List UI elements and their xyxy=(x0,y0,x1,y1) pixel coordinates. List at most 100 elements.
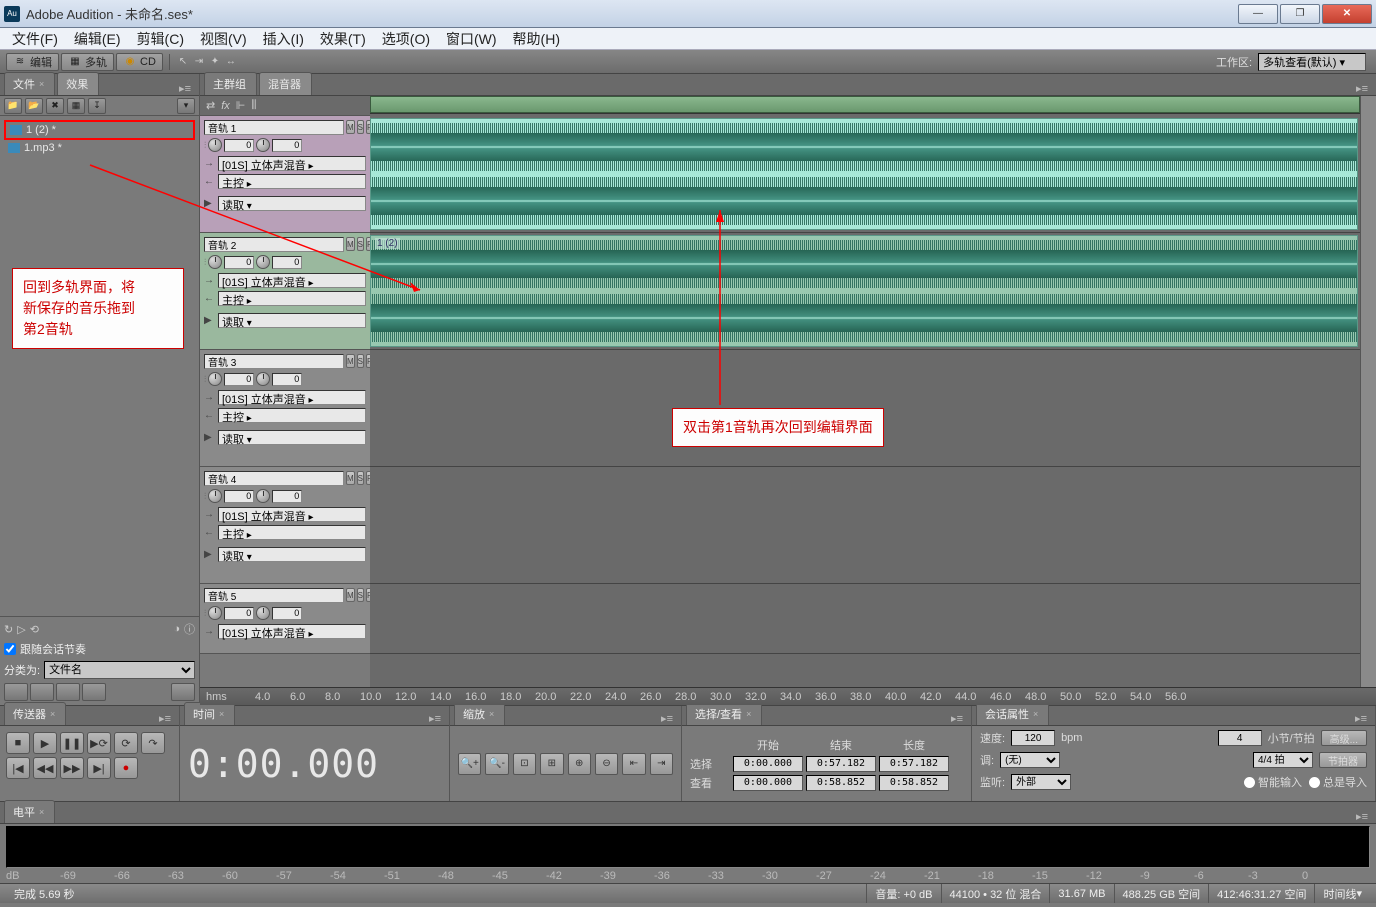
audio-clip-2[interactable]: 1 (2) xyxy=(370,235,1358,347)
go-start-button[interactable]: |◀ xyxy=(6,757,30,779)
open-recent-button[interactable]: 📂 xyxy=(25,98,43,114)
track-header-3[interactable]: MSR ⫶ →[01S] 立体声混音 ▸ ←主控 ▸ ▶读取 ▾ xyxy=(200,350,370,467)
trash-button[interactable] xyxy=(171,683,195,701)
advanced-button[interactable]: 高级... xyxy=(1321,730,1367,746)
audio-clip-1[interactable] xyxy=(370,118,1358,230)
tab-main-group[interactable]: 主群组 xyxy=(204,72,257,95)
panel-menu-icon[interactable]: ▸≡ xyxy=(947,712,967,725)
track-lane-2[interactable]: 1 (2) xyxy=(370,233,1360,350)
sel-end-input[interactable] xyxy=(806,756,876,772)
track-header-5[interactable]: MSR ⫶ →[01S] 立体声混音 ▸ xyxy=(200,584,370,654)
pan-knob[interactable] xyxy=(256,138,270,152)
pan-value[interactable] xyxy=(272,490,302,503)
view-btn-1[interactable] xyxy=(4,683,28,701)
menu-effect[interactable]: 效果(T) xyxy=(312,28,374,49)
fx-icon[interactable]: fx xyxy=(221,100,230,112)
menu-clip[interactable]: 剪辑(C) xyxy=(129,28,192,49)
tab-effects[interactable]: 效果 xyxy=(57,72,99,95)
track-header-1[interactable]: MSR ⫶ →[01S] 立体声混音 ▸ ←主控 ▸ ▶读取 ▾ xyxy=(200,116,370,233)
eq-icon[interactable]: ⫼ xyxy=(251,99,256,112)
smart-input-radio[interactable]: 智能输入 xyxy=(1243,774,1302,790)
follow-tempo-checkbox[interactable] xyxy=(4,643,16,655)
input-route[interactable]: [01S] 立体声混音 ▸ xyxy=(218,390,366,405)
track-header-2[interactable]: MSR ⫶ →[01S] 立体声混音 ▸ ←主控 ▸ ▶读取 ▾ xyxy=(200,233,370,350)
input-route[interactable]: [01S] 立体声混音 ▸ xyxy=(218,273,366,288)
view-len-input[interactable] xyxy=(879,775,949,791)
info-icon[interactable]: ⓘ xyxy=(184,621,195,637)
volume-value[interactable] xyxy=(224,139,254,152)
play-button[interactable]: ▶ xyxy=(33,732,57,754)
v-scrollbar[interactable] xyxy=(1360,116,1376,687)
stop-button[interactable]: ■ xyxy=(6,732,30,754)
volume-value[interactable] xyxy=(224,607,254,620)
close-icon[interactable]: × xyxy=(39,79,44,89)
workspace-select[interactable]: 多轨查看(默认) ▾ xyxy=(1258,53,1366,71)
panel-menu-icon[interactable]: ▸≡ xyxy=(175,82,195,95)
zoom-left-button[interactable]: ⇤ xyxy=(622,753,645,775)
tab-transport[interactable]: 传送器× xyxy=(4,702,66,725)
pan-knob[interactable] xyxy=(256,606,270,620)
menu-insert[interactable]: 插入(I) xyxy=(255,28,312,49)
time-select-tool-icon[interactable]: ⇥ xyxy=(192,55,206,69)
tab-files[interactable]: 文件× xyxy=(4,72,55,95)
automation-mode[interactable]: 读取 ▾ xyxy=(218,196,366,211)
menu-option[interactable]: 选项(O) xyxy=(374,28,438,49)
menu-edit[interactable]: 编辑(E) xyxy=(66,28,129,49)
output-route[interactable]: 主控 ▸ xyxy=(218,408,366,423)
key-select[interactable]: (无) xyxy=(1000,752,1060,768)
volume-value[interactable] xyxy=(224,373,254,386)
zoom-sel-button[interactable]: ⊞ xyxy=(540,753,563,775)
track-lane-5[interactable] xyxy=(370,584,1360,654)
view-btn-2[interactable] xyxy=(30,683,54,701)
sel-len-input[interactable] xyxy=(879,756,949,772)
file-item-1[interactable]: 1 (2) * xyxy=(4,120,195,140)
volume-knob[interactable] xyxy=(208,372,222,386)
panel-menu-icon[interactable]: ▸≡ xyxy=(1352,82,1372,95)
zoom-in-h-button[interactable]: 🔍+ xyxy=(458,753,481,775)
marker-icon[interactable]: ◑ xyxy=(173,623,180,635)
solo-button[interactable]: S xyxy=(357,237,364,251)
output-route[interactable]: 主控 ▸ xyxy=(218,174,366,189)
volume-value[interactable] xyxy=(224,256,254,269)
automation-mode[interactable]: 读取 ▾ xyxy=(218,547,366,562)
output-route[interactable]: 主控 ▸ xyxy=(218,291,366,306)
mute-button[interactable]: M xyxy=(346,588,355,602)
automation-mode[interactable]: 读取 ▾ xyxy=(218,313,366,328)
volume-knob[interactable] xyxy=(208,255,222,269)
track-lane-1[interactable] xyxy=(370,116,1360,233)
status-timeline[interactable]: 时间线 ▾ xyxy=(1314,884,1370,903)
sel-begin-input[interactable] xyxy=(733,756,803,772)
pause-button[interactable]: ❚❚ xyxy=(60,732,84,754)
maximize-button[interactable]: ❐ xyxy=(1280,4,1320,24)
zoom-full-button[interactable]: ⊡ xyxy=(513,753,536,775)
hybrid-tool-icon[interactable]: ✦ xyxy=(208,55,222,69)
panel-menu-icon[interactable]: ▸≡ xyxy=(1351,712,1371,725)
view-end-input[interactable] xyxy=(806,775,876,791)
tab-zoom[interactable]: 缩放× xyxy=(454,702,505,725)
sort-select[interactable]: 文件名 xyxy=(44,661,195,679)
tab-session[interactable]: 会话属性× xyxy=(976,702,1049,725)
solo-button[interactable]: S xyxy=(357,471,364,485)
input-route[interactable]: [01S] 立体声混音 ▸ xyxy=(218,624,366,639)
view-begin-input[interactable] xyxy=(733,775,803,791)
scrub-tool-icon[interactable]: ↔ xyxy=(224,55,238,69)
close-button[interactable]: ✕ xyxy=(1322,4,1372,24)
pan-value[interactable] xyxy=(272,139,302,152)
metronome-button[interactable]: 节拍器 xyxy=(1319,752,1367,768)
go-end-button[interactable]: ▶| xyxy=(87,757,111,779)
tempo-input[interactable] xyxy=(1011,730,1055,746)
menu-help[interactable]: 帮助(H) xyxy=(505,28,568,49)
menu-view[interactable]: 视图(V) xyxy=(192,28,255,49)
skip-button[interactable]: ↷ xyxy=(141,732,165,754)
v-scrollbar[interactable] xyxy=(1360,96,1376,116)
multitrack-mode-button[interactable]: ▦多轨 xyxy=(61,53,114,71)
record-button[interactable]: ● xyxy=(114,757,138,779)
zoom-out-v-button[interactable]: ⊖ xyxy=(595,753,618,775)
menu-file[interactable]: 文件(F) xyxy=(4,28,66,49)
mute-button[interactable]: M xyxy=(346,471,355,485)
track-header-4[interactable]: MSR ⫶ →[01S] 立体声混音 ▸ ←主控 ▸ ▶读取 ▾ xyxy=(200,467,370,584)
fx-enable-icon[interactable]: ⇄ xyxy=(206,99,215,112)
track-name-input[interactable] xyxy=(204,120,344,135)
track-name-input[interactable] xyxy=(204,354,344,369)
track-lane-4[interactable] xyxy=(370,467,1360,584)
